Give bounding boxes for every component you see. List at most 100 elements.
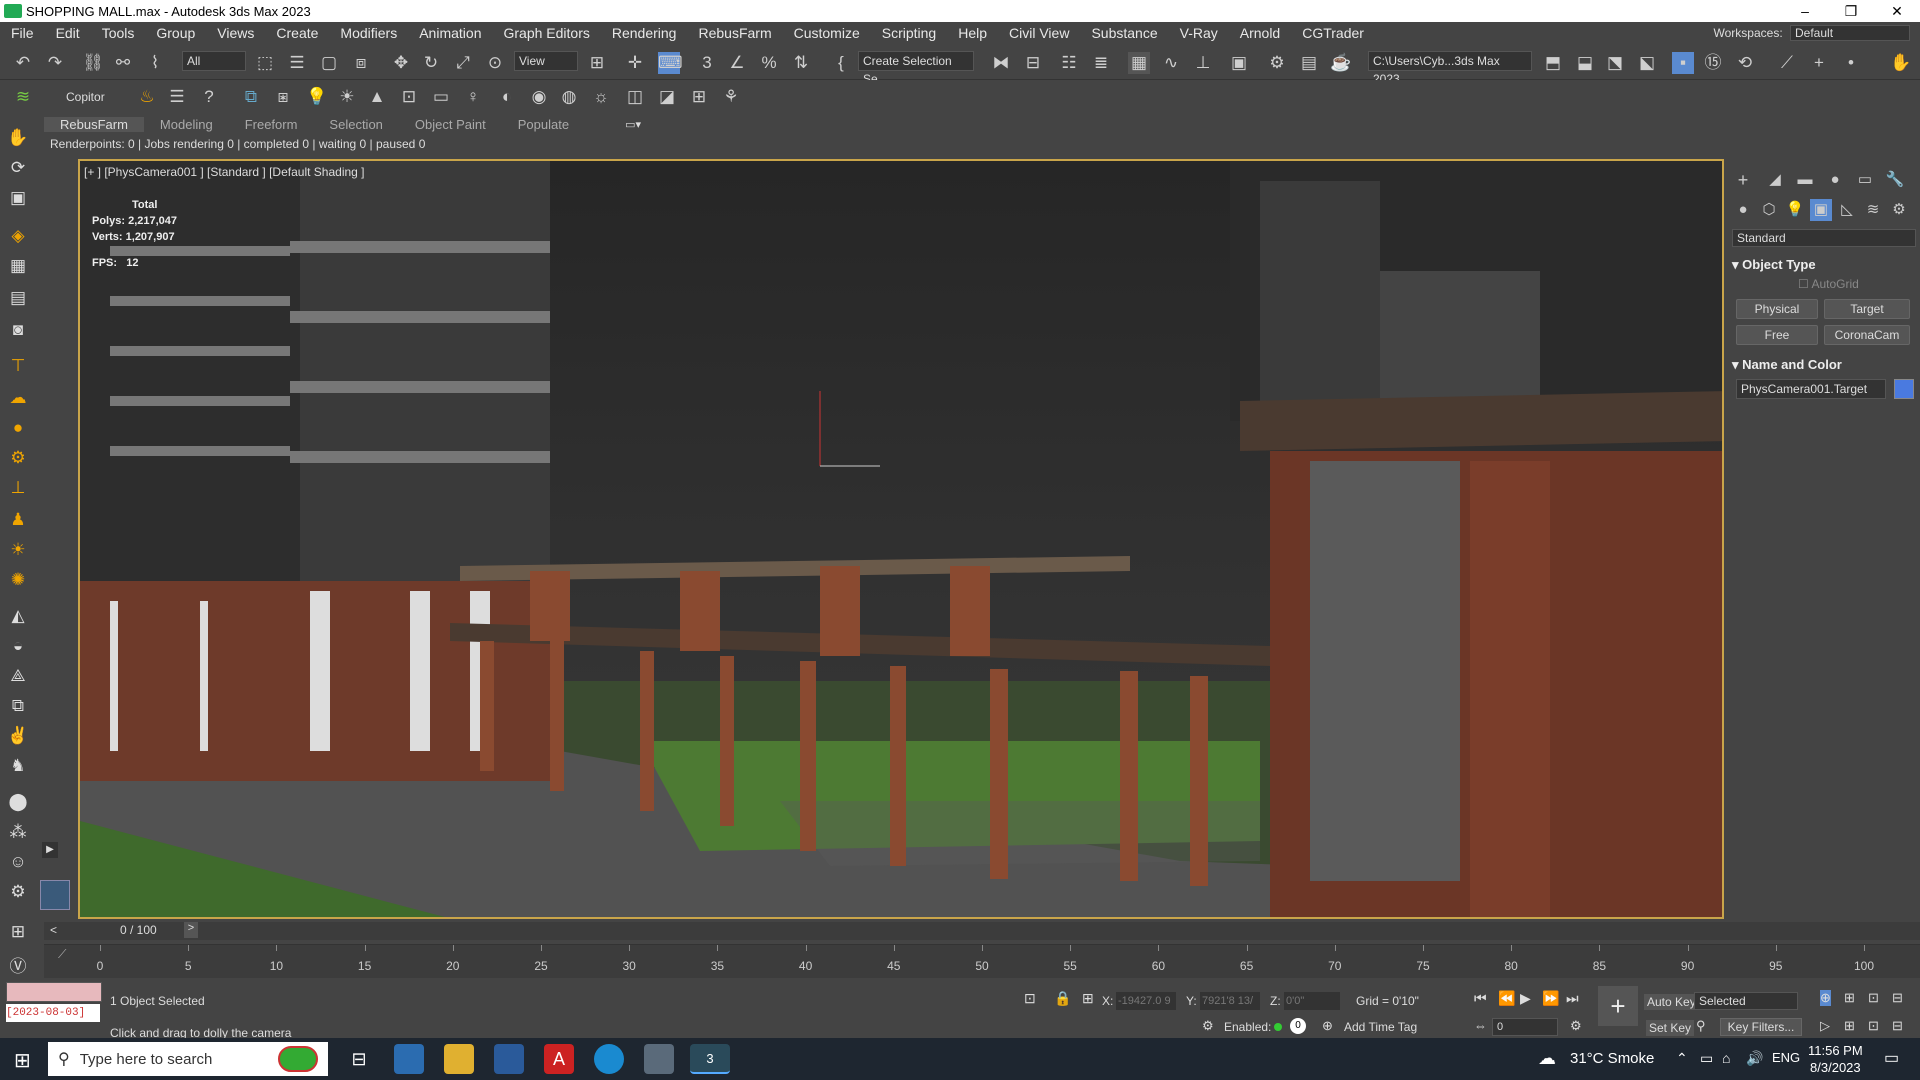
list-icon[interactable]: ☰ [166,86,188,108]
spacewarps-icon[interactable]: ≋ [1862,199,1884,221]
clock[interactable]: 11:56 PM 8/3/2023 [1808,1042,1863,1076]
tray-chevron-icon[interactable]: ⌃ [1676,1050,1688,1067]
autogrid-checkbox[interactable]: ☐ AutoGrid [1798,277,1859,291]
task-view-icon[interactable]: ⊟ [344,1044,374,1074]
light-icon[interactable]: 💡 [306,86,328,108]
dog-icon[interactable]: ⚘ [720,86,742,108]
object-type-rollout[interactable]: ▾ Object Type [1732,257,1816,273]
mirror-icon[interactable]: ⧓ [990,52,1012,74]
select-by-name-icon[interactable]: ☰ [286,52,308,74]
menu-rebusfarm[interactable]: RebusFarm [687,25,782,41]
cube-tool-icon[interactable]: ◭ [6,606,30,628]
material-editor-icon[interactable]: ▣ [1228,52,1250,74]
orbit-icon[interactable]: ⟳ [6,158,30,180]
cubes-icon[interactable]: ⧉ [240,86,262,108]
cross-icon[interactable]: + [1808,52,1830,74]
key-mode-dropdown[interactable]: Selected [1694,992,1798,1010]
modify-tab-icon[interactable]: ◢ [1764,169,1786,191]
minimize-button[interactable]: – [1782,0,1828,22]
timer-icon[interactable]: ⑮ [1702,52,1724,74]
ribbon-toggle-icon[interactable]: ▦ [1128,52,1150,74]
restore-button[interactable]: ❐ [1828,0,1874,22]
expand-arrow-icon[interactable]: ▶ [42,842,58,858]
tab-rebusfarm[interactable]: RebusFarm [44,116,144,132]
bind-spacewarp-icon[interactable]: ⌇ [144,52,166,74]
display-tab-icon[interactable]: ▭ [1854,169,1876,191]
zoom-extents-icon[interactable]: ⊡ [1868,990,1879,1006]
window-crossing-icon[interactable]: ⧈ [350,52,372,74]
menu-civil-view[interactable]: Civil View [998,25,1080,41]
menu-arnold[interactable]: Arnold [1229,25,1291,41]
scale-icon[interactable]: ⤢ [452,52,474,74]
menu-substance[interactable]: Substance [1080,25,1168,41]
align-icon[interactable]: ⊟ [1022,52,1044,74]
curve-toggle-icon[interactable]: ⟋ [58,947,66,962]
z-coord-field[interactable]: 0'0" [1284,992,1340,1010]
menu-help[interactable]: Help [947,25,998,41]
isolate-icon[interactable]: ⊡ [1024,990,1036,1007]
workspace-selector[interactable]: Workspaces: Default [1714,25,1910,41]
workspace-dropdown[interactable]: Default [1790,25,1910,41]
maximize-viewport-icon[interactable]: ⊟ [1892,990,1903,1006]
tab-object-paint[interactable]: Object Paint [399,117,502,132]
stack-icon[interactable]: ⧉ [6,696,30,718]
weather-text[interactable]: 31°C Smoke [1570,1050,1654,1067]
project-path-dropdown[interactable]: C:\Users\Cyb...3ds Max 2023 [1368,51,1532,86]
save-icon[interactable]: ▪ [1672,52,1694,74]
undo-icon[interactable]: ↶ [12,52,34,74]
toggle-max-icon[interactable]: ⊟ [1892,1018,1903,1034]
set-key-button[interactable]: Set Key [1646,1020,1695,1036]
import-icon[interactable]: ⬔ [1604,52,1626,74]
menu-group[interactable]: Group [145,25,206,41]
cloud-icon[interactable]: ☁ [6,388,30,410]
viewport-layout-icon[interactable] [40,880,70,910]
hand-tool-icon[interactable]: ✌ [6,726,30,748]
menu-animation[interactable]: Animation [408,25,492,41]
tab-populate[interactable]: Populate [502,117,585,132]
maxscript-listener[interactable] [6,982,102,1002]
windows-start-icon[interactable]: ⊞ [14,1048,31,1073]
selection-filter-dropdown[interactable]: All [182,51,246,71]
scene-render[interactable] [80,161,1724,919]
project-folder-icon[interactable]: ⬒ [1542,52,1564,74]
layers-icon[interactable]: ≋ [12,86,34,108]
rect-selection-icon[interactable]: ▢ [318,52,340,74]
autocad-icon[interactable]: A [544,1044,574,1074]
scene-explorer-icon[interactable]: ☷ [1058,52,1080,74]
auto-key-button[interactable]: Auto Key [1644,994,1699,1010]
menu-create[interactable]: Create [265,25,329,41]
ribbon-options-icon[interactable]: ▭▾ [625,118,641,131]
sync-icon[interactable]: ⟲ [1734,52,1756,74]
sphere-tool-icon[interactable]: ● [6,418,30,440]
edge-icon[interactable] [594,1044,624,1074]
time-slider[interactable]: < 0 / 100 > [44,922,1920,940]
select-manipulate-icon[interactable]: ✛ [624,52,646,74]
bulb-icon[interactable]: ☼ [590,86,612,108]
menu-file[interactable]: File [0,25,45,41]
copitor-label[interactable]: Copitor [66,90,105,104]
file-explorer-icon[interactable] [444,1044,474,1074]
named-selection-icon[interactable]: { [830,52,852,74]
menu-graph-editors[interactable]: Graph Editors [492,25,600,41]
time-config-icon[interactable]: ⚙ [1570,1018,1582,1034]
box2-icon[interactable]: ◪ [656,86,678,108]
tab-selection[interactable]: Selection [313,117,398,132]
settings-icon[interactable]: ⊞ [6,922,30,944]
lamp-tool-icon[interactable]: ⊤ [6,356,30,378]
video-icon[interactable]: ▤ [6,288,30,310]
pivot-icon[interactable]: ⊞ [586,52,608,74]
menu-tools[interactable]: Tools [91,25,146,41]
menu-vray[interactable]: V-Ray [1169,25,1229,41]
y-coord-field[interactable]: 7921'8 13/ [1200,992,1260,1010]
language-indicator[interactable]: ENG [1772,1050,1800,1065]
physical-camera-button[interactable]: Physical [1736,299,1818,319]
hand-icon[interactable]: ✋ [1890,52,1912,74]
create-tab-icon[interactable]: + [1732,169,1754,191]
play-icon[interactable]: ▶ [1520,990,1531,1007]
snaps-toggle-icon[interactable]: 3 [696,52,718,74]
tab-freeform[interactable]: Freeform [229,117,314,132]
cubes-grid-icon[interactable]: ⧆ [272,86,294,108]
next-frame-icon[interactable]: > [184,922,198,938]
go-start-icon[interactable]: ⏮ [1474,990,1487,1007]
utilities-tab-icon[interactable]: 🔧 [1884,169,1906,191]
